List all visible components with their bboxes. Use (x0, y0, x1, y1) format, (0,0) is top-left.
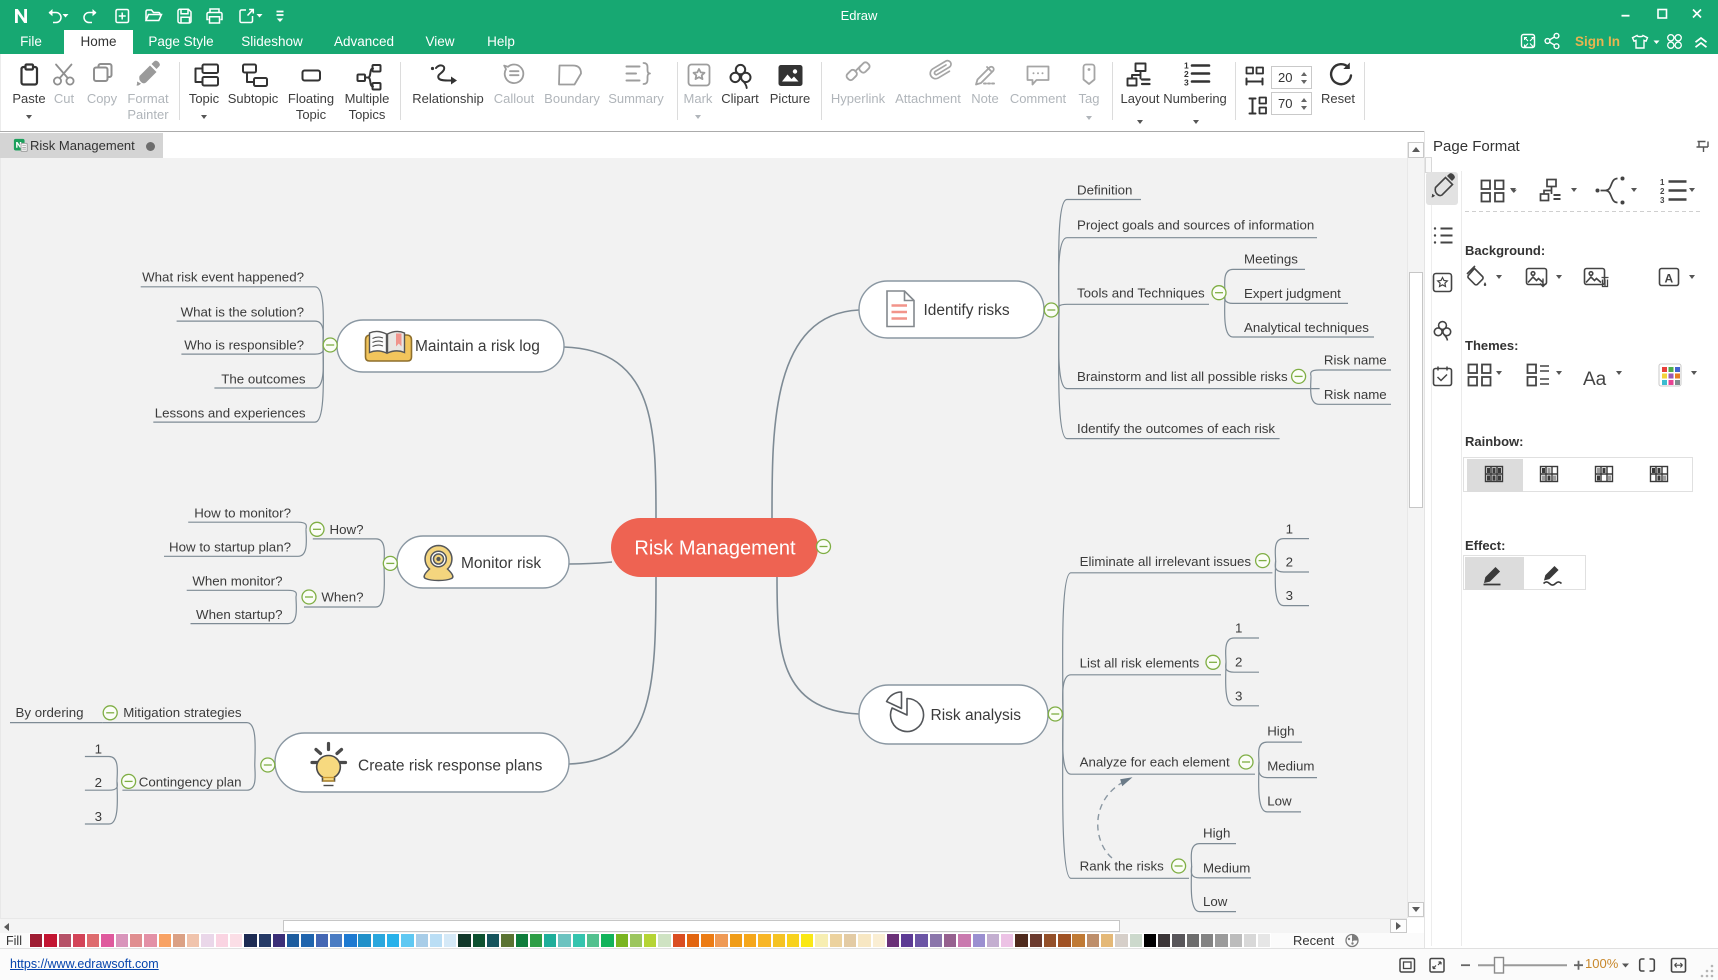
svg-text:Medium: Medium (1203, 861, 1250, 876)
svg-text:High: High (1203, 826, 1230, 841)
svg-text:Low: Low (1267, 794, 1292, 809)
svg-text:By ordering: By ordering (16, 705, 84, 720)
svg-text:Lessons and experiences: Lessons and experiences (155, 406, 306, 421)
svg-text:Meetings: Meetings (1244, 251, 1298, 266)
svg-text:Monitor risk: Monitor risk (461, 555, 541, 572)
svg-text:2: 2 (1660, 187, 1665, 196)
svg-text:3: 3 (1660, 196, 1665, 205)
svg-text:Create risk response plans: Create risk response plans (358, 758, 543, 775)
svg-text:Identify risks: Identify risks (924, 302, 1010, 319)
svg-text:What is the solution?: What is the solution? (181, 305, 304, 320)
svg-text:Risk name: Risk name (1324, 387, 1387, 402)
svg-text:Definition: Definition (1077, 183, 1132, 198)
svg-text:Brainstorm and list all possib: Brainstorm and list all possible risks (1077, 369, 1288, 384)
svg-text:How to startup plan?: How to startup plan? (169, 540, 291, 555)
svg-text:Identify the outcomes of each: Identify the outcomes of each risk (1077, 421, 1275, 436)
svg-text:Analytical techniques: Analytical techniques (1244, 320, 1369, 335)
svg-text:3: 3 (1235, 688, 1242, 703)
svg-text:3: 3 (1184, 78, 1189, 88)
svg-text:Tools and Techniques: Tools and Techniques (1077, 285, 1205, 300)
svg-text:Mitigation strategies: Mitigation strategies (123, 705, 242, 720)
svg-text:When startup?: When startup? (196, 607, 282, 622)
svg-text:Project goals and sources of i: Project goals and sources of information (1077, 218, 1314, 233)
svg-text:1: 1 (1286, 521, 1293, 536)
svg-text:What risk event happened?: What risk event happened? (142, 270, 304, 285)
svg-text:Rank the risks: Rank the risks (1080, 859, 1165, 874)
svg-text:Expert judgment: Expert judgment (1244, 286, 1341, 301)
svg-text:2: 2 (95, 775, 102, 790)
svg-text:A: A (1665, 272, 1674, 286)
svg-text:Medium: Medium (1267, 758, 1314, 773)
svg-text:How?: How? (330, 522, 364, 537)
svg-text:1: 1 (95, 741, 102, 756)
svg-text:Risk name: Risk name (1324, 353, 1387, 368)
svg-text:When monitor?: When monitor? (192, 574, 282, 589)
svg-text:1: 1 (1660, 178, 1665, 187)
svg-text:Contingency plan: Contingency plan (139, 775, 242, 790)
svg-text:When?: When? (321, 590, 363, 605)
svg-text:The outcomes: The outcomes (221, 372, 306, 387)
svg-text:Who is responsible?: Who is responsible? (184, 338, 304, 353)
svg-text:High: High (1267, 724, 1294, 739)
svg-text:3: 3 (1286, 588, 1293, 603)
svg-text:Eliminate all irrelevant issue: Eliminate all irrelevant issues (1080, 554, 1252, 569)
svg-text:List all risk elements: List all risk elements (1080, 656, 1200, 671)
svg-text:Risk analysis: Risk analysis (931, 707, 1022, 724)
svg-text:2: 2 (1235, 654, 1242, 669)
svg-text:1: 1 (1235, 621, 1242, 636)
svg-text:Aa: Aa (1583, 369, 1607, 390)
svg-text:Analyze for each element: Analyze for each element (1080, 755, 1230, 770)
svg-text:Risk Management: Risk Management (634, 538, 796, 560)
svg-text:How to monitor?: How to monitor? (194, 506, 291, 521)
svg-text:Low: Low (1203, 894, 1228, 909)
svg-text:2: 2 (1286, 554, 1293, 569)
svg-text:Maintain a risk log: Maintain a risk log (415, 338, 540, 355)
svg-text:3: 3 (95, 809, 102, 824)
